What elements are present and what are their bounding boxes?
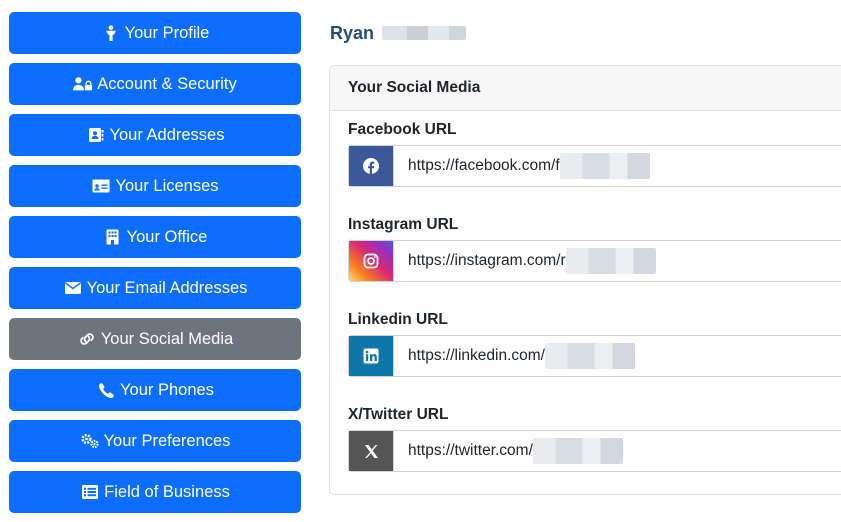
redacted-url (559, 153, 650, 179)
instagram-field: Instagram URL https://instagram.com/r (348, 215, 841, 282)
facebook-url-input[interactable]: https://facebook.com/f (348, 145, 841, 187)
gears-icon (80, 433, 100, 449)
sidebar-item-your-addresses[interactable]: Your Addresses (9, 114, 301, 156)
social-media-card: Your Social Media Facebook URL https://f… (329, 65, 841, 495)
person-icon (101, 25, 121, 41)
x-twitter-url-value: https://twitter.com/ (408, 442, 533, 459)
sidebar-item-label: Your Social Media (100, 329, 234, 348)
address-book-icon (86, 127, 106, 143)
linkedin-url-value: https://linkedin.com/ (408, 347, 545, 364)
linkedin-url-input[interactable]: https://linkedin.com/ (348, 335, 841, 377)
sidebar-item-your-phones[interactable]: Your Phones (9, 369, 301, 411)
linkedin-url-label: Linkedin URL (348, 311, 448, 328)
x-twitter-icon (349, 431, 394, 471)
sidebar-item-label: Your Addresses (109, 125, 225, 144)
linkedin-icon (349, 336, 394, 376)
x-twitter-field: X/Twitter URL https://twitter.com/ (348, 405, 841, 472)
redacted-url (565, 248, 656, 274)
users-lock-icon (73, 76, 93, 92)
sidebar-item-label: Your Profile (124, 23, 210, 42)
sidebar-item-your-licenses[interactable]: Your Licenses (9, 165, 301, 207)
sidebar-item-label: Your Licenses (115, 176, 219, 195)
envelope-icon (63, 280, 83, 296)
sidebar-item-label: Account & Security (97, 74, 237, 93)
facebook-url-value: https://facebook.com/f (408, 157, 560, 174)
sidebar-item-your-email-addresses[interactable]: Your Email Addresses (9, 267, 301, 309)
list-icon (80, 484, 100, 500)
sidebar-item-label: Your Office (126, 227, 208, 246)
user-first-name: Ryan (330, 22, 375, 43)
instagram-icon (349, 241, 394, 281)
sidebar-item-label: Field of Business (104, 482, 230, 501)
linkedin-field: Linkedin URL https://linkedin.com/ (348, 310, 841, 377)
redacted-url (532, 438, 623, 464)
sidebar-item-label: Your Preferences (103, 431, 231, 450)
facebook-field: Facebook URL https://facebook.com/f (348, 120, 841, 187)
instagram-url-value: https://instagram.com/r (408, 252, 566, 269)
sidebar-item-account-security[interactable]: Account & Security (9, 63, 301, 105)
card-title: Your Social Media (330, 66, 841, 111)
sidebar-item-field-of-business[interactable]: Field of Business (9, 471, 301, 513)
sidebar-item-your-preferences[interactable]: Your Preferences (9, 420, 301, 462)
redacted-last-name (382, 26, 467, 40)
x-twitter-url-label: X/Twitter URL (348, 406, 449, 423)
sidebar-item-your-profile[interactable]: Your Profile (9, 12, 301, 54)
facebook-icon (349, 146, 394, 186)
phone-icon (96, 382, 116, 398)
x-twitter-url-input[interactable]: https://twitter.com/ (348, 430, 841, 472)
user-name-header: Ryan (330, 19, 467, 47)
id-card-icon (91, 178, 111, 194)
sidebar-nav: Your Profile Account & Security Your Add… (9, 12, 301, 522)
sidebar-item-your-office[interactable]: Your Office (9, 216, 301, 258)
redacted-url (544, 343, 635, 369)
sidebar-item-label: Your Email Addresses (86, 278, 248, 297)
sidebar-item-your-social-media[interactable]: Your Social Media (9, 318, 301, 360)
instagram-url-input[interactable]: https://instagram.com/r (348, 240, 841, 282)
sidebar-item-label: Your Phones (120, 380, 214, 399)
building-icon (103, 229, 123, 245)
facebook-url-label: Facebook URL (348, 121, 457, 138)
link-icon (77, 331, 97, 347)
instagram-url-label: Instagram URL (348, 216, 459, 233)
